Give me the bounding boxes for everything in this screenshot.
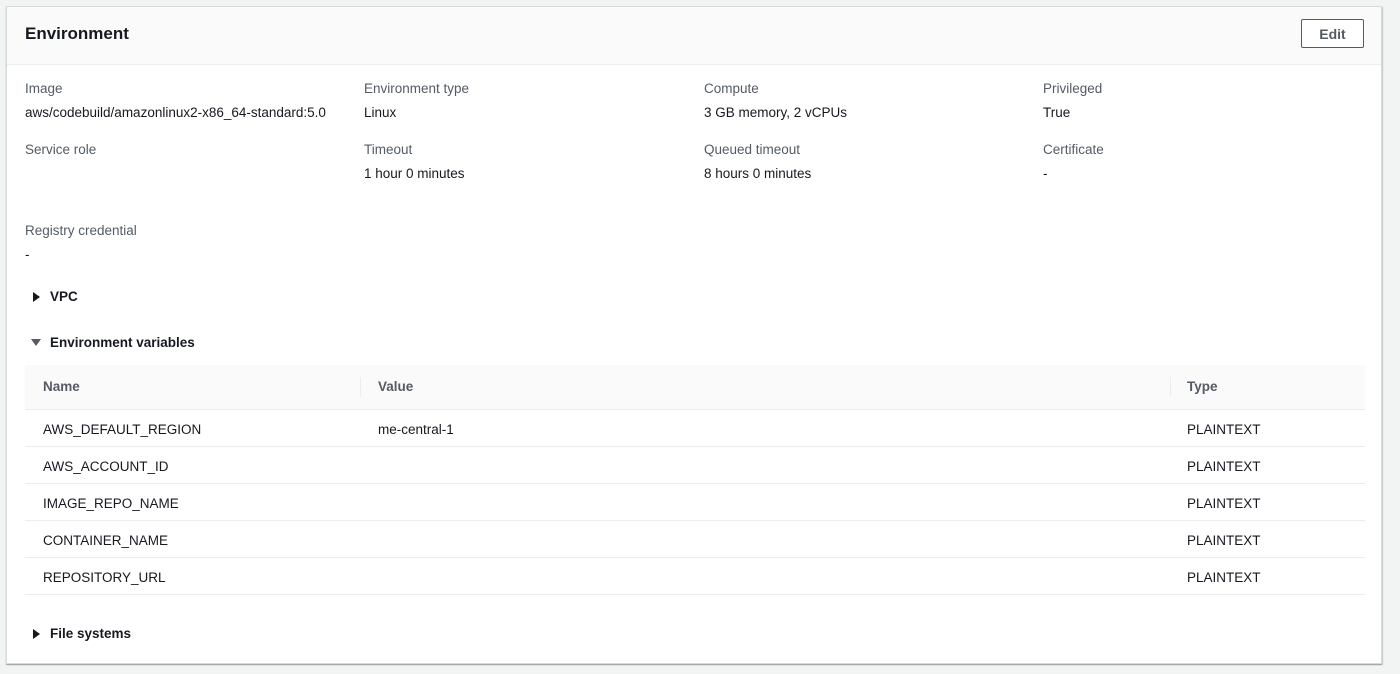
field-service-role: Service role [25, 142, 96, 166]
file-systems-label: File systems [50, 626, 132, 641]
field-label: Image [25, 81, 63, 96]
edit-button[interactable]: Edit [1301, 19, 1364, 48]
environment-variables-table: Name Value Type AWS_DEFAULT_REGION me-ce… [25, 365, 1365, 595]
table-row: AWS_ACCOUNT_ID PLAINTEXT [25, 447, 1365, 484]
env-var-name: AWS_DEFAULT_REGION [43, 422, 202, 437]
field-image: Image aws/codebuild/amazonlinux2-x86_64-… [25, 81, 326, 121]
field-label: Environment type [364, 81, 470, 96]
env-var-type: PLAINTEXT [1187, 459, 1261, 474]
env-var-name: REPOSITORY_URL [43, 570, 166, 585]
table-row: IMAGE_REPO_NAME PLAINTEXT [25, 484, 1365, 521]
field-value: 3 GB memory, 2 vCPUs [704, 105, 848, 120]
field-label: Registry credential [25, 223, 137, 238]
caret-down-icon [31, 339, 41, 346]
column-divider [1170, 377, 1171, 397]
field-compute: Compute 3 GB memory, 2 vCPUs [704, 81, 847, 121]
file-systems-toggle[interactable]: File systems [31, 626, 131, 641]
column-header-name: Name [43, 379, 80, 394]
field-value: - [1043, 166, 1048, 181]
field-value: 1 hour 0 minutes [364, 166, 465, 181]
env-var-value: me-central-1 [378, 422, 454, 437]
field-value: True [1043, 105, 1071, 120]
env-var-name: IMAGE_REPO_NAME [43, 496, 179, 511]
column-header-value: Value [378, 379, 414, 394]
vpc-section-label: VPC [50, 289, 78, 304]
environment-variables-toggle[interactable]: Environment variables [31, 335, 195, 350]
field-privileged: Privileged True [1043, 81, 1102, 121]
field-label: Timeout [364, 142, 413, 157]
environment-panel: Environment Edit Image aws/codebuild/ama… [6, 6, 1382, 664]
field-label: Certificate [1043, 142, 1104, 157]
vpc-section-toggle[interactable]: VPC [31, 289, 78, 304]
field-queued-timeout: Queued timeout 8 hours 0 minutes [704, 142, 811, 182]
field-value: Linux [364, 105, 397, 120]
env-var-type: PLAINTEXT [1187, 570, 1261, 585]
env-var-name: CONTAINER_NAME [43, 533, 169, 548]
panel-header: Environment Edit [7, 7, 1381, 65]
table-row: AWS_DEFAULT_REGION me-central-1 PLAINTEX… [25, 410, 1365, 447]
field-label: Service role [25, 142, 97, 157]
field-value: 8 hours 0 minutes [704, 166, 812, 181]
caret-right-icon [33, 291, 40, 302]
column-divider [360, 377, 361, 397]
field-label: Privileged [1043, 81, 1103, 96]
field-environment-type: Environment type Linux [364, 81, 469, 121]
field-label: Compute [704, 81, 759, 96]
field-registry-credential: Registry credential - [25, 223, 137, 263]
env-var-name: AWS_ACCOUNT_ID [43, 459, 169, 474]
field-certificate: Certificate - [1043, 142, 1104, 182]
field-value: - [25, 247, 30, 262]
table-header: Name Value Type [25, 365, 1365, 410]
table-row: CONTAINER_NAME PLAINTEXT [25, 521, 1365, 558]
environment-variables-label: Environment variables [50, 335, 195, 350]
field-label: Queued timeout [704, 142, 801, 157]
caret-right-icon [33, 628, 40, 639]
column-header-type: Type [1187, 379, 1218, 394]
panel-title: Environment [25, 24, 129, 43]
field-timeout: Timeout 1 hour 0 minutes [364, 142, 465, 182]
env-var-type: PLAINTEXT [1187, 533, 1261, 548]
table-row: REPOSITORY_URL PLAINTEXT [25, 558, 1365, 595]
field-value: aws/codebuild/amazonlinux2-x86_64-standa… [25, 105, 326, 120]
env-var-type: PLAINTEXT [1187, 422, 1261, 437]
env-var-type: PLAINTEXT [1187, 496, 1261, 511]
